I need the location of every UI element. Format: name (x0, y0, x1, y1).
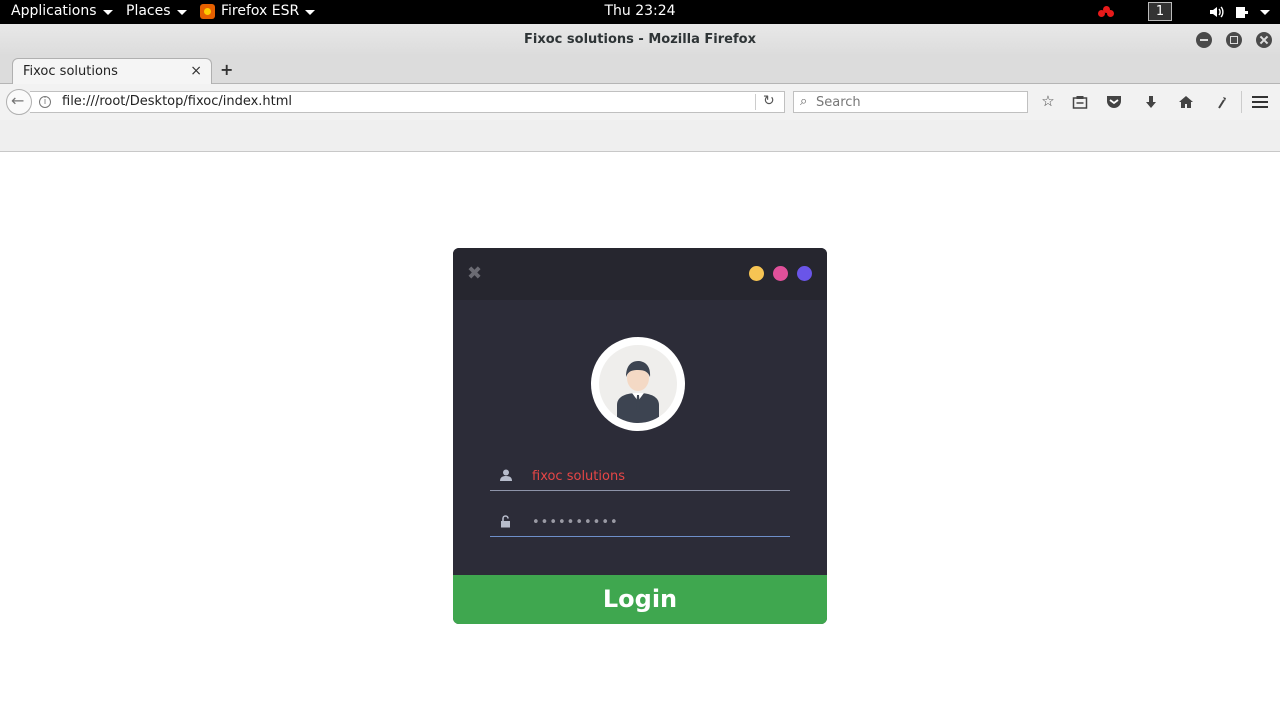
toolbar-divider (1241, 91, 1242, 113)
search-bar[interactable]: ⌕ (793, 91, 1028, 113)
chevron-down-icon[interactable] (1260, 10, 1270, 15)
user-avatar-icon (617, 361, 659, 423)
pink-dot (773, 266, 788, 281)
new-tab-button[interactable]: + (220, 60, 233, 79)
info-icon[interactable]: i (39, 96, 51, 108)
power-icon[interactable] (1234, 4, 1250, 20)
username-field (490, 461, 790, 491)
volume-icon[interactable] (1208, 4, 1224, 20)
pocket-icon[interactable] (1104, 95, 1124, 109)
system-tray: 1 (1098, 2, 1270, 21)
search-icon: ⌕ (800, 94, 808, 109)
recording-icon[interactable] (1098, 5, 1114, 18)
clock[interactable]: Thu 23:24 (0, 3, 1280, 19)
close-icon[interactable]: ✖ (467, 263, 482, 284)
bookmarks-menu-icon[interactable] (1070, 95, 1090, 109)
developer-wand-icon[interactable] (1212, 95, 1232, 109)
purple-dot (797, 266, 812, 281)
tab-close-button[interactable]: × (190, 63, 202, 79)
tab-strip: Fixoc solutions × + (0, 56, 1280, 85)
close-window-button[interactable] (1256, 32, 1272, 48)
login-card: ✖ Login (453, 248, 827, 624)
window-titlebar: Fixoc solutions - Mozilla Firefox (0, 24, 1280, 56)
password-field (490, 507, 790, 537)
yellow-dot (749, 266, 764, 281)
login-card-header: ✖ (453, 248, 827, 300)
tab-label: Fixoc solutions (23, 64, 118, 79)
menu-icon[interactable] (1252, 96, 1268, 108)
home-icon[interactable] (1176, 95, 1196, 109)
workspace-indicator[interactable]: 1 (1148, 2, 1172, 21)
toolbar-spacer (0, 120, 1280, 152)
username-input[interactable] (532, 465, 782, 487)
url-text[interactable]: file:///root/Desktop/fixoc/index.html (62, 94, 292, 109)
bookmark-star-icon[interactable]: ☆ (1038, 92, 1058, 110)
unlock-icon (501, 515, 510, 528)
window-title: Fixoc solutions - Mozilla Firefox (524, 32, 756, 47)
minimize-button[interactable] (1196, 32, 1212, 48)
downloads-icon[interactable] (1141, 95, 1161, 109)
password-input[interactable] (532, 511, 782, 533)
user-icon (500, 469, 512, 481)
search-input[interactable] (816, 93, 1016, 111)
url-divider (755, 94, 756, 110)
login-button[interactable]: Login (453, 575, 827, 624)
system-top-bar: Applications Places Firefox ESR Thu 23:2… (0, 0, 1280, 24)
tab-fixoc-solutions[interactable]: Fixoc solutions × (12, 58, 212, 85)
maximize-button[interactable] (1226, 32, 1242, 48)
reload-icon[interactable]: ↻ (763, 93, 775, 109)
navigation-toolbar: i file:///root/Desktop/fixoc/index.html … (0, 84, 1280, 120)
back-button[interactable] (6, 89, 32, 115)
url-bar[interactable]: i file:///root/Desktop/fixoc/index.html … (30, 91, 785, 113)
avatar (591, 337, 685, 431)
